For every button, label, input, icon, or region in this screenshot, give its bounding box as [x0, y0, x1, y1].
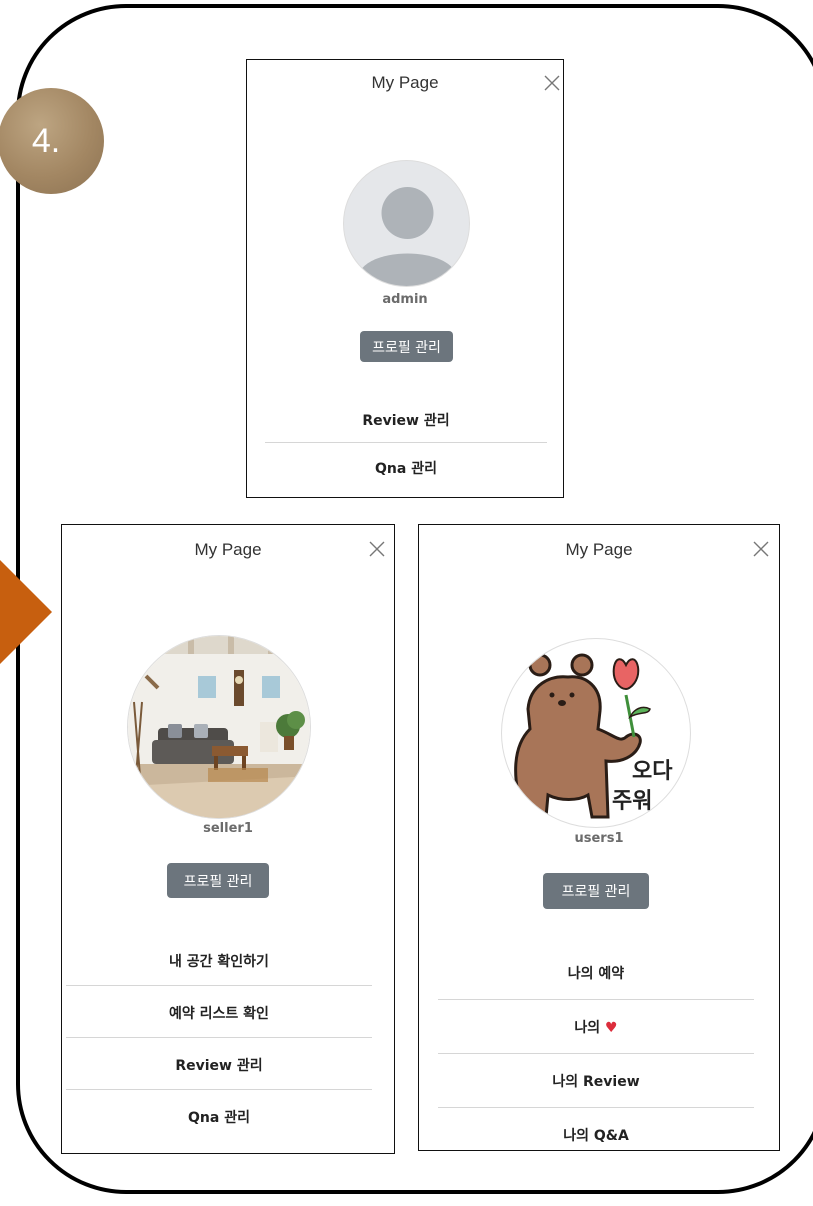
username: seller1 [203, 821, 253, 836]
mypage-panel-admin: My Page admin 프로필 관리 Review 관리 Qna 관리 [246, 59, 564, 498]
step-badge: 4. [0, 88, 104, 194]
menu-my-space[interactable]: 내 공간 확인하기 [66, 951, 372, 971]
divider [438, 999, 754, 1000]
avatar-living-room-photo [127, 635, 311, 819]
username: users1 [574, 831, 624, 846]
profile-manage-button[interactable]: 프로필 관리 [360, 331, 453, 362]
menu-my-review[interactable]: 나의 Review [438, 1071, 754, 1091]
menu-qna-manage[interactable]: Qna 관리 [66, 1107, 372, 1127]
menu-reservation-list[interactable]: 예약 리스트 확인 [66, 1003, 372, 1023]
avatar-caption: 주워 [612, 789, 653, 814]
divider [66, 1037, 372, 1038]
panel-title: My Page [565, 540, 633, 559]
avatar [343, 160, 470, 287]
menu-review-manage[interactable]: Review 관리 [265, 410, 547, 430]
menu-my-likes[interactable]: 나의 ♥ [438, 1017, 754, 1037]
mypage-panel-user: My Page 오다 주워 users1 프로필 관리 나의 예약 나의 ♥ 나… [418, 524, 780, 1151]
heart-icon: ♥ [605, 1020, 618, 1036]
panel-title: My Page [371, 73, 439, 92]
menu-label: 나의 [574, 1020, 601, 1036]
avatar-bear-illustration: 오다 주워 [501, 638, 691, 828]
username: admin [382, 292, 428, 307]
menu-qna-manage[interactable]: Qna 관리 [265, 458, 547, 478]
close-icon[interactable] [752, 540, 770, 558]
menu-my-reservation[interactable]: 나의 예약 [438, 963, 754, 983]
close-icon[interactable] [543, 74, 561, 92]
menu-my-qna[interactable]: 나의 Q&A [438, 1125, 754, 1145]
mypage-panel-seller: My Page seller1 프로필 관리 내 공간 확인하기 예약 리스트 … [61, 524, 395, 1154]
avatar-caption: 오다 [632, 759, 673, 784]
menu-review-manage[interactable]: Review 관리 [66, 1055, 372, 1075]
divider [438, 1107, 754, 1108]
divider [438, 1053, 754, 1054]
divider [66, 1089, 372, 1090]
divider [66, 985, 372, 986]
profile-manage-button[interactable]: 프로필 관리 [167, 863, 269, 898]
arrow-right-icon [0, 560, 52, 664]
close-icon[interactable] [368, 540, 386, 558]
divider [265, 442, 547, 443]
profile-manage-button[interactable]: 프로필 관리 [543, 873, 649, 909]
panel-title: My Page [194, 540, 262, 559]
